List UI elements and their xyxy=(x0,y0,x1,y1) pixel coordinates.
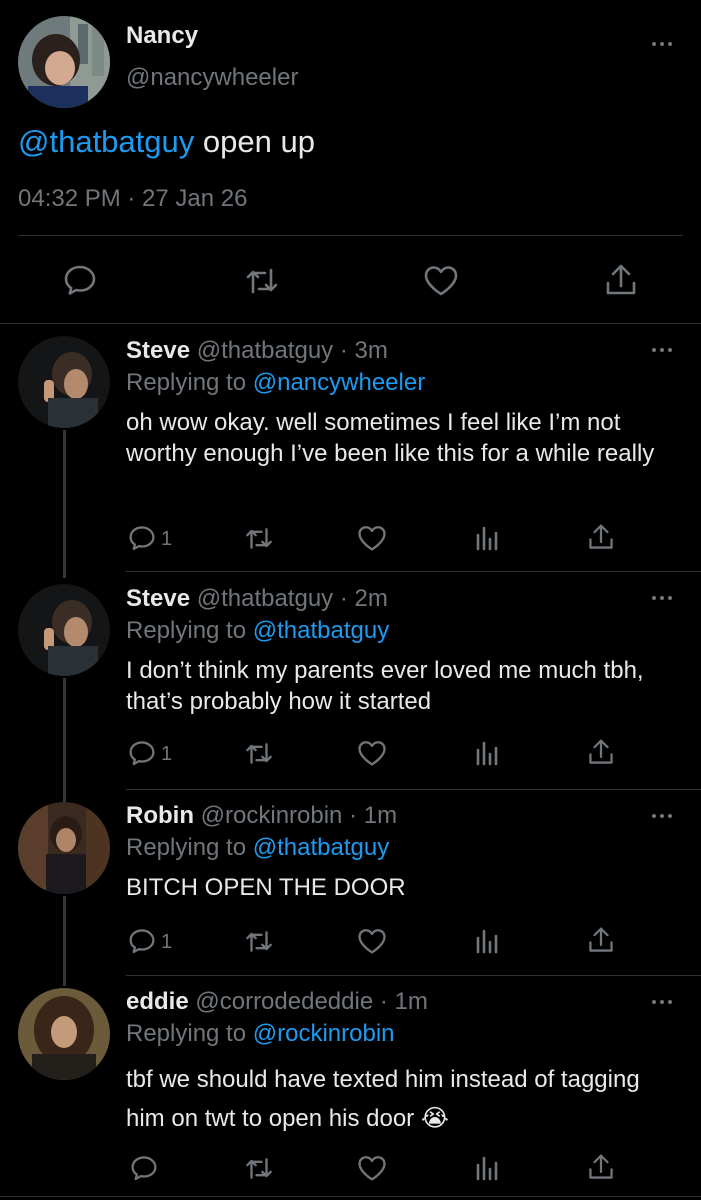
retweet-icon[interactable] xyxy=(244,741,274,766)
share-icon[interactable] xyxy=(588,523,614,551)
more-icon[interactable] xyxy=(652,594,674,602)
reply-meta[interactable]: @rockinrobin · 1m xyxy=(201,802,397,829)
reply-text: oh wow okay. well sometimes I feel like … xyxy=(126,409,655,467)
divider xyxy=(126,789,701,790)
tweet-text: @thatbatguy open up xyxy=(18,124,315,160)
replying-to-handle[interactable]: @thatbatguy xyxy=(253,834,389,861)
replying-prefix: Replying to xyxy=(126,1020,253,1047)
reply-text: tbf we should have texted him instead of… xyxy=(126,1066,640,1132)
tweet-mention[interactable]: @thatbatguy xyxy=(18,124,194,159)
retweet-icon[interactable] xyxy=(244,1156,274,1181)
more-icon[interactable] xyxy=(652,346,674,354)
reply-author-name[interactable]: Steve xyxy=(126,585,190,612)
retweet-icon[interactable] xyxy=(244,266,280,296)
share-icon[interactable] xyxy=(605,263,637,297)
views-icon[interactable] xyxy=(475,1155,499,1181)
reply-author-name[interactable]: Robin xyxy=(126,802,194,829)
reply-meta[interactable]: @corrodededdie · 1m xyxy=(195,988,427,1015)
like-icon[interactable] xyxy=(357,1155,387,1182)
reply-text: I don’t think my parents ever loved me m… xyxy=(126,657,644,715)
divider xyxy=(126,975,701,976)
divider xyxy=(0,323,701,324)
reply-meta[interactable]: @thatbatguy · 3m xyxy=(197,337,388,364)
like-icon[interactable] xyxy=(357,740,387,767)
avatar-eddie[interactable] xyxy=(18,988,110,1080)
replying-prefix: Replying to xyxy=(126,369,253,396)
replying-to: Replying to @thatbatguy xyxy=(126,834,389,862)
reply-icon[interactable] xyxy=(128,928,156,954)
thread-line xyxy=(63,430,66,578)
reply-count: 1 xyxy=(161,528,173,550)
replying-to-handle[interactable]: @rockinrobin xyxy=(253,1020,395,1047)
avatar-steve[interactable] xyxy=(18,336,110,428)
replying-to-handle[interactable]: @nancywheeler xyxy=(253,369,425,396)
like-icon[interactable] xyxy=(357,525,387,552)
divider xyxy=(0,1196,701,1197)
reply-header: Robin @rockinrobin · 1m xyxy=(126,802,397,830)
replying-to: Replying to @nancywheeler xyxy=(126,369,425,397)
tweet-timestamp[interactable]: 04:32 PM · 27 Jan 26 xyxy=(18,185,247,213)
thread-line xyxy=(63,678,66,808)
avatar-steve[interactable] xyxy=(18,584,110,676)
retweet-icon[interactable] xyxy=(244,526,274,551)
divider xyxy=(126,571,701,572)
replying-to-handle[interactable]: @thatbatguy xyxy=(253,617,389,644)
like-icon[interactable] xyxy=(423,265,459,297)
reply-header: eddie @corrodededdie · 1m xyxy=(126,988,428,1016)
thread-line xyxy=(63,896,66,986)
reply-header: Steve @thatbatguy · 2m xyxy=(126,585,388,613)
reply-icon[interactable] xyxy=(130,1155,158,1181)
reply-count: 1 xyxy=(161,743,173,765)
avatar-robin[interactable] xyxy=(18,802,110,894)
replying-prefix: Replying to xyxy=(126,834,253,861)
reply-count: 1 xyxy=(161,931,173,953)
views-icon[interactable] xyxy=(475,928,499,954)
more-icon[interactable] xyxy=(652,40,674,48)
reply-author-name[interactable]: Steve xyxy=(126,337,190,364)
views-icon[interactable] xyxy=(475,740,499,766)
replying-to: Replying to @rockinrobin xyxy=(126,1020,395,1048)
reply-icon[interactable] xyxy=(63,264,97,296)
reply-meta[interactable]: @thatbatguy · 2m xyxy=(197,585,388,612)
more-icon[interactable] xyxy=(652,998,674,1006)
more-icon[interactable] xyxy=(652,812,674,820)
author-handle[interactable]: @nancywheeler xyxy=(126,64,298,92)
views-icon[interactable] xyxy=(475,525,499,551)
author-name[interactable]: Nancy xyxy=(126,22,198,50)
reply-icon[interactable] xyxy=(128,525,156,551)
tweet-body: open up xyxy=(194,124,315,159)
like-icon[interactable] xyxy=(357,928,387,955)
divider xyxy=(18,235,683,236)
retweet-icon[interactable] xyxy=(244,929,274,954)
reply-header: Steve @thatbatguy · 3m xyxy=(126,337,388,365)
avatar-nancy[interactable] xyxy=(18,16,110,108)
reply-icon[interactable] xyxy=(128,740,156,766)
share-icon[interactable] xyxy=(588,926,614,954)
replying-prefix: Replying to xyxy=(126,617,253,644)
share-icon[interactable] xyxy=(588,738,614,766)
reply-text: BITCH OPEN THE DOOR xyxy=(126,874,406,901)
share-icon[interactable] xyxy=(588,1153,614,1181)
replying-to: Replying to @thatbatguy xyxy=(126,617,389,645)
reply-author-name[interactable]: eddie xyxy=(126,988,189,1015)
